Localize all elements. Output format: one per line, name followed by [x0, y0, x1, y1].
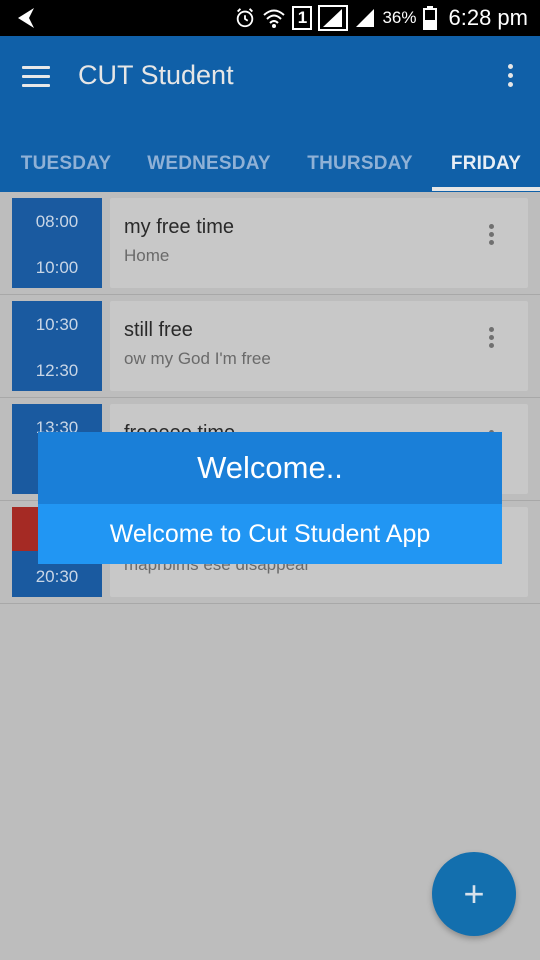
sim-badge-icon: 1 — [292, 6, 313, 30]
schedule-item[interactable]: 10:30 12:30 still free ow my God I'm fre… — [0, 295, 540, 398]
active-tab-indicator — [432, 187, 540, 191]
time-block: 08:00 10:00 — [12, 198, 102, 288]
app-bar: CUT Student TUESDAY WEDNESDAY THURSDAY F… — [0, 36, 540, 192]
tab-tuesday[interactable]: TUESDAY — [0, 136, 132, 192]
dialog-message: Welcome to Cut Student App — [38, 504, 502, 564]
more-options-icon[interactable] — [488, 327, 494, 351]
day-tabs: TUESDAY WEDNESDAY THURSDAY FRIDAY — [0, 136, 540, 192]
end-time: 20:30 — [35, 567, 79, 586]
signal-icon — [318, 5, 349, 31]
wifi-icon — [262, 7, 286, 29]
event-card[interactable]: still free ow my God I'm free — [110, 301, 528, 391]
overflow-menu-icon[interactable] — [506, 64, 514, 92]
add-event-button[interactable]: + — [432, 852, 516, 936]
tab-friday[interactable]: FRIDAY — [432, 136, 540, 192]
plus-icon: + — [463, 873, 485, 914]
time-block: 10:30 12:30 — [12, 301, 102, 391]
end-time: 10:00 — [35, 258, 79, 277]
alarm-icon — [234, 7, 256, 29]
tab-thursday[interactable]: THURSDAY — [286, 136, 434, 192]
hamburger-menu-icon[interactable] — [22, 66, 50, 88]
event-subtitle: ow my God I'm free — [124, 349, 271, 368]
start-time: 08:00 — [35, 212, 79, 231]
schedule-item[interactable]: 08:00 10:00 my free time Home — [0, 192, 540, 295]
end-time: 12:30 — [35, 361, 79, 380]
start-time: 10:30 — [35, 315, 79, 334]
tab-wednesday[interactable]: WEDNESDAY — [132, 136, 286, 192]
clock: 6:28 pm — [448, 5, 529, 30]
app-title: CUT Student — [78, 60, 234, 90]
event-subtitle: Home — [124, 246, 170, 265]
dialog-title: Welcome.. — [38, 432, 502, 504]
event-card[interactable]: my free time Home — [110, 198, 528, 288]
back-arrow-icon[interactable] — [14, 6, 38, 30]
event-title: my free time — [124, 216, 235, 238]
battery-icon — [422, 6, 437, 30]
welcome-dialog[interactable]: Welcome.. Welcome to Cut Student App — [38, 432, 502, 564]
battery-percentage: 36% — [382, 8, 417, 27]
more-options-icon[interactable] — [488, 224, 494, 248]
signal-2-icon — [354, 7, 376, 29]
status-bar: 1 36% 6:28 pm — [0, 0, 540, 36]
event-title: still free — [124, 319, 193, 341]
